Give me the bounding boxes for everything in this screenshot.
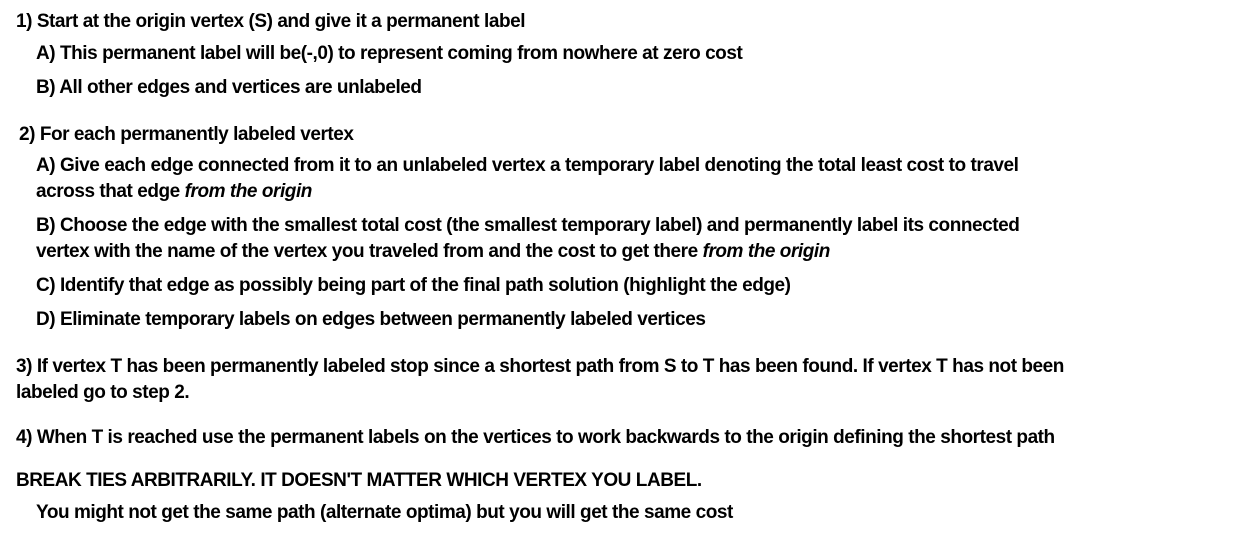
- step-2b-line2: vertex with the name of the vertex you t…: [36, 239, 830, 265]
- step-2b-line1: B) Choose the edge with the smallest tot…: [36, 215, 1020, 236]
- step-2b-emphasis: from the origin: [702, 241, 831, 262]
- ties-note-sub: You might not get the same path (alterna…: [36, 502, 733, 523]
- step-2-heading: 2) For each permanently labeled vertex: [19, 124, 354, 145]
- step-3-line2: labeled go to step 2.: [16, 382, 190, 403]
- step-1a: A) This permanent label will be(-,0) to …: [36, 43, 743, 64]
- step-4: 4) When T is reached use the permanent l…: [16, 427, 1055, 448]
- step-1-heading: 1) Start at the origin vertex (S) and gi…: [16, 11, 526, 32]
- step-3-line1: 3) If vertex T has been permanently labe…: [16, 356, 1064, 377]
- step-2b-text: vertex with the name of the vertex you t…: [36, 241, 703, 262]
- step-2a-line2: across that edge from the origin: [36, 179, 312, 205]
- step-2c: C) Identify that edge as possibly being …: [36, 275, 791, 296]
- ties-note-heading: BREAK TIES ARBITRARILY. IT DOESN'T MATTE…: [16, 470, 702, 491]
- step-2a-text: across that edge: [36, 181, 185, 202]
- step-2a-emphasis: from the origin: [184, 181, 313, 202]
- step-2a-line1: A) Give each edge connected from it to a…: [36, 155, 1019, 176]
- step-2d: D) Eliminate temporary labels on edges b…: [36, 309, 706, 330]
- step-1b: B) All other edges and vertices are unla…: [36, 77, 422, 98]
